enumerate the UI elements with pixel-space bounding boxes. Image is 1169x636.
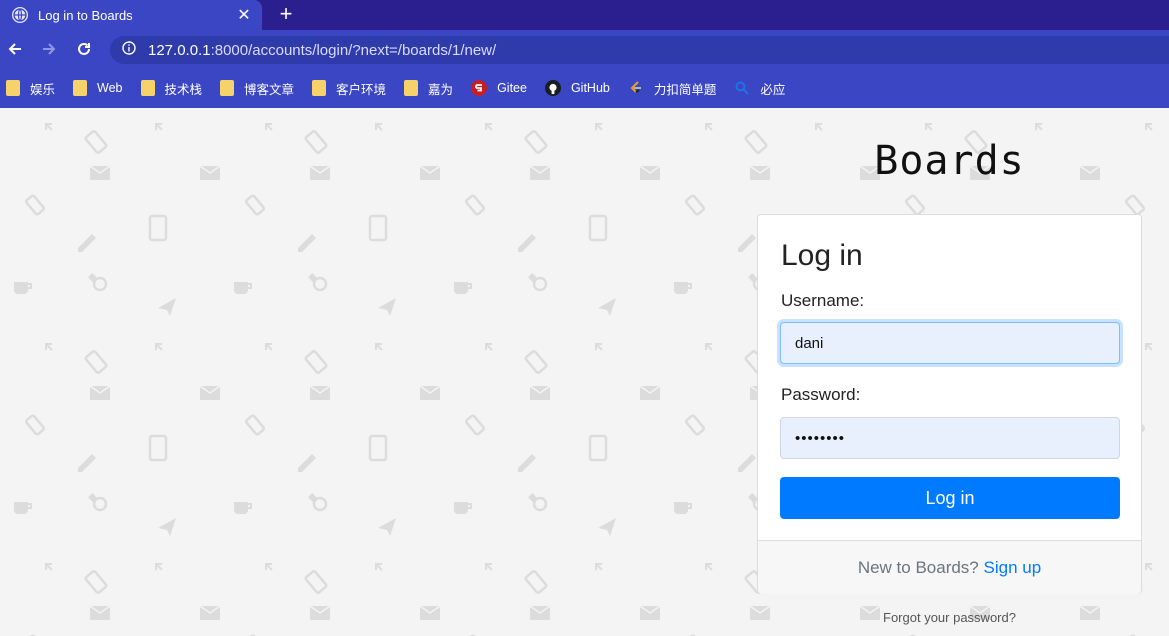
bookmark-tech-stack[interactable]: 技术栈 <box>140 79 203 98</box>
bookmark-label: 客户环境 <box>336 82 387 97</box>
bookmark-leetcode[interactable]: 力扣简单题 <box>628 79 717 98</box>
bookmarks-bar: 娱乐 Web 技术栈 博客文章 客户环境 嘉为 Gitee GitHub 力扣简… <box>0 68 1169 108</box>
tab-title: Log in to Boards <box>38 7 133 23</box>
signup-link[interactable]: Sign up <box>984 558 1042 577</box>
bookmark-label: 技术栈 <box>164 82 203 97</box>
bookmark-web[interactable]: Web <box>73 80 123 96</box>
bookmark-label: 力扣简单题 <box>653 82 717 97</box>
bookmark-label: Web <box>97 81 123 95</box>
bookmark-yule[interactable]: 娱乐 <box>6 79 55 98</box>
username-label: Username: <box>781 291 865 310</box>
bookmark-label: 娱乐 <box>30 82 56 97</box>
bookmark-label: Gitee <box>497 81 527 95</box>
bookmark-label: 必应 <box>760 82 786 97</box>
folder-icon <box>312 80 327 96</box>
globe-icon <box>12 7 28 23</box>
bookmark-label: GitHub <box>570 81 610 95</box>
url-text: 127.0.0.1:8000/accounts/login/?next=/boa… <box>148 42 496 59</box>
login-card: Log in Username: Password: Log in New to… <box>757 214 1142 594</box>
bookmark-gitee[interactable]: Gitee <box>471 80 527 96</box>
bookmark-github[interactable]: GitHub <box>544 80 610 96</box>
back-icon[interactable] <box>0 30 30 68</box>
browser-toolbar: 127.0.0.1:8000/accounts/login/?next=/boa… <box>0 30 1169 68</box>
login-button[interactable]: Log in <box>780 477 1120 519</box>
signup-prompt: New to Boards? <box>857 558 979 577</box>
leetcode-icon <box>628 80 644 96</box>
page-content: Boards Log in Username: Password: Log in… <box>0 108 1169 636</box>
bookmark-label: 嘉为 <box>428 82 454 97</box>
password-label: Password: <box>781 385 861 404</box>
address-bar[interactable]: 127.0.0.1:8000/accounts/login/?next=/boa… <box>110 36 1169 64</box>
bookmark-label: 博客文章 <box>244 82 295 97</box>
tab-strip: Log in to Boards ✕ + <box>0 0 1169 30</box>
password-input[interactable] <box>780 417 1120 459</box>
bookmark-blog-posts[interactable]: 博客文章 <box>220 79 294 98</box>
browser-tab[interactable]: Log in to Boards ✕ <box>0 0 262 30</box>
folder-icon <box>140 80 155 96</box>
bookmark-jiawei[interactable]: 嘉为 <box>404 79 453 98</box>
forgot-password-link[interactable]: Forgot your password? <box>757 610 1142 625</box>
url-path: :8000/accounts/login/?next=/boards/1/new… <box>210 41 497 59</box>
reload-icon[interactable] <box>69 30 99 68</box>
search-icon <box>734 80 750 96</box>
login-heading: Log in <box>781 239 863 272</box>
folder-icon <box>220 80 235 96</box>
folder-icon <box>73 80 88 96</box>
bookmark-bing[interactable]: 必应 <box>734 79 785 98</box>
bookmark-customer-env[interactable]: 客户环境 <box>312 79 386 98</box>
forward-icon[interactable] <box>34 30 64 68</box>
gitee-icon <box>471 80 488 96</box>
card-footer: New to Boards? Sign up <box>758 540 1141 594</box>
new-tab-icon[interactable]: + <box>274 2 298 26</box>
close-tab-icon[interactable]: ✕ <box>232 5 256 25</box>
folder-icon <box>6 80 20 96</box>
folder-icon <box>404 80 419 96</box>
url-host: 127.0.0.1 <box>148 41 211 59</box>
username-input[interactable] <box>780 322 1120 364</box>
site-info-icon[interactable] <box>122 40 136 60</box>
brand-title[interactable]: Boards <box>757 138 1142 184</box>
github-icon <box>544 80 561 96</box>
